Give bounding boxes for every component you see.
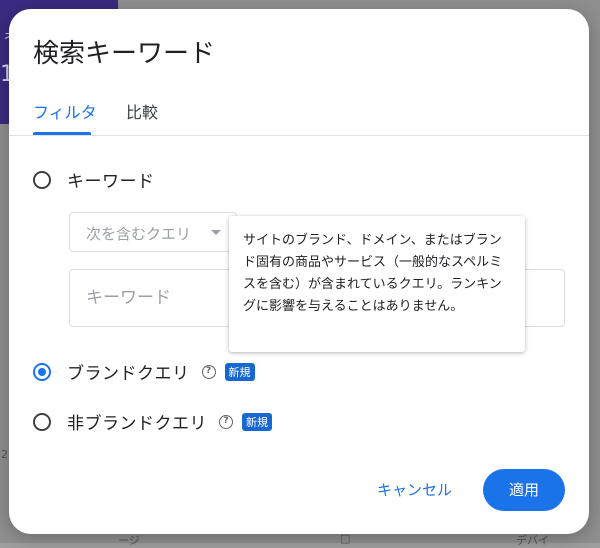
option-keyword-label: キーワード [67, 172, 155, 192]
help-icon[interactable]: ? [219, 414, 233, 429]
search-keyword-dialog: 検索キーワード フィルタ 比較 キーワード 次を含むクエリ ブランドクエリ ? … [9, 9, 589, 534]
new-badge: 新規 [224, 362, 255, 381]
match-type-select[interactable]: 次を含むクエリ [69, 212, 237, 252]
background-fragment-1: ージ [118, 534, 140, 547]
dropdown-arrow-icon [211, 230, 221, 235]
option-non-brand-query-label: 非ブランドクエリ [67, 414, 207, 434]
help-icon[interactable]: ? [201, 364, 216, 379]
background-axis-label: 2 [1, 448, 8, 461]
tab-compare[interactable]: 比較 [126, 99, 158, 123]
option-brand-query-label: ブランドクエリ [67, 364, 190, 384]
radio-non-brand-query[interactable] [33, 412, 51, 431]
radio-brand-query[interactable] [33, 362, 51, 381]
option-non-brand-query[interactable]: 非ブランドクエリ ? 新規 [33, 409, 272, 434]
brand-query-tooltip: サイトのブランド、ドメイン、またはブランド固有の商品やサービス（一般的なスペルミ… [229, 216, 525, 352]
background-fragment-3: デバイ [516, 534, 549, 547]
new-badge: 新規 [242, 412, 272, 431]
option-brand-query[interactable]: ブランドクエリ ? 新規 [33, 359, 255, 384]
match-type-value: 次を含むクエリ [86, 225, 192, 243]
tab-bar: フィルタ 比較 [9, 89, 589, 136]
radio-keyword[interactable] [33, 170, 51, 189]
apply-button[interactable]: 適用 [483, 469, 565, 511]
dialog-title: 検索キーワード [33, 39, 216, 69]
tab-filter[interactable]: フィルタ [33, 99, 97, 123]
cancel-button[interactable]: キャンセル [377, 479, 452, 500]
active-tab-indicator [33, 132, 91, 135]
option-keyword[interactable]: キーワード [33, 167, 155, 192]
